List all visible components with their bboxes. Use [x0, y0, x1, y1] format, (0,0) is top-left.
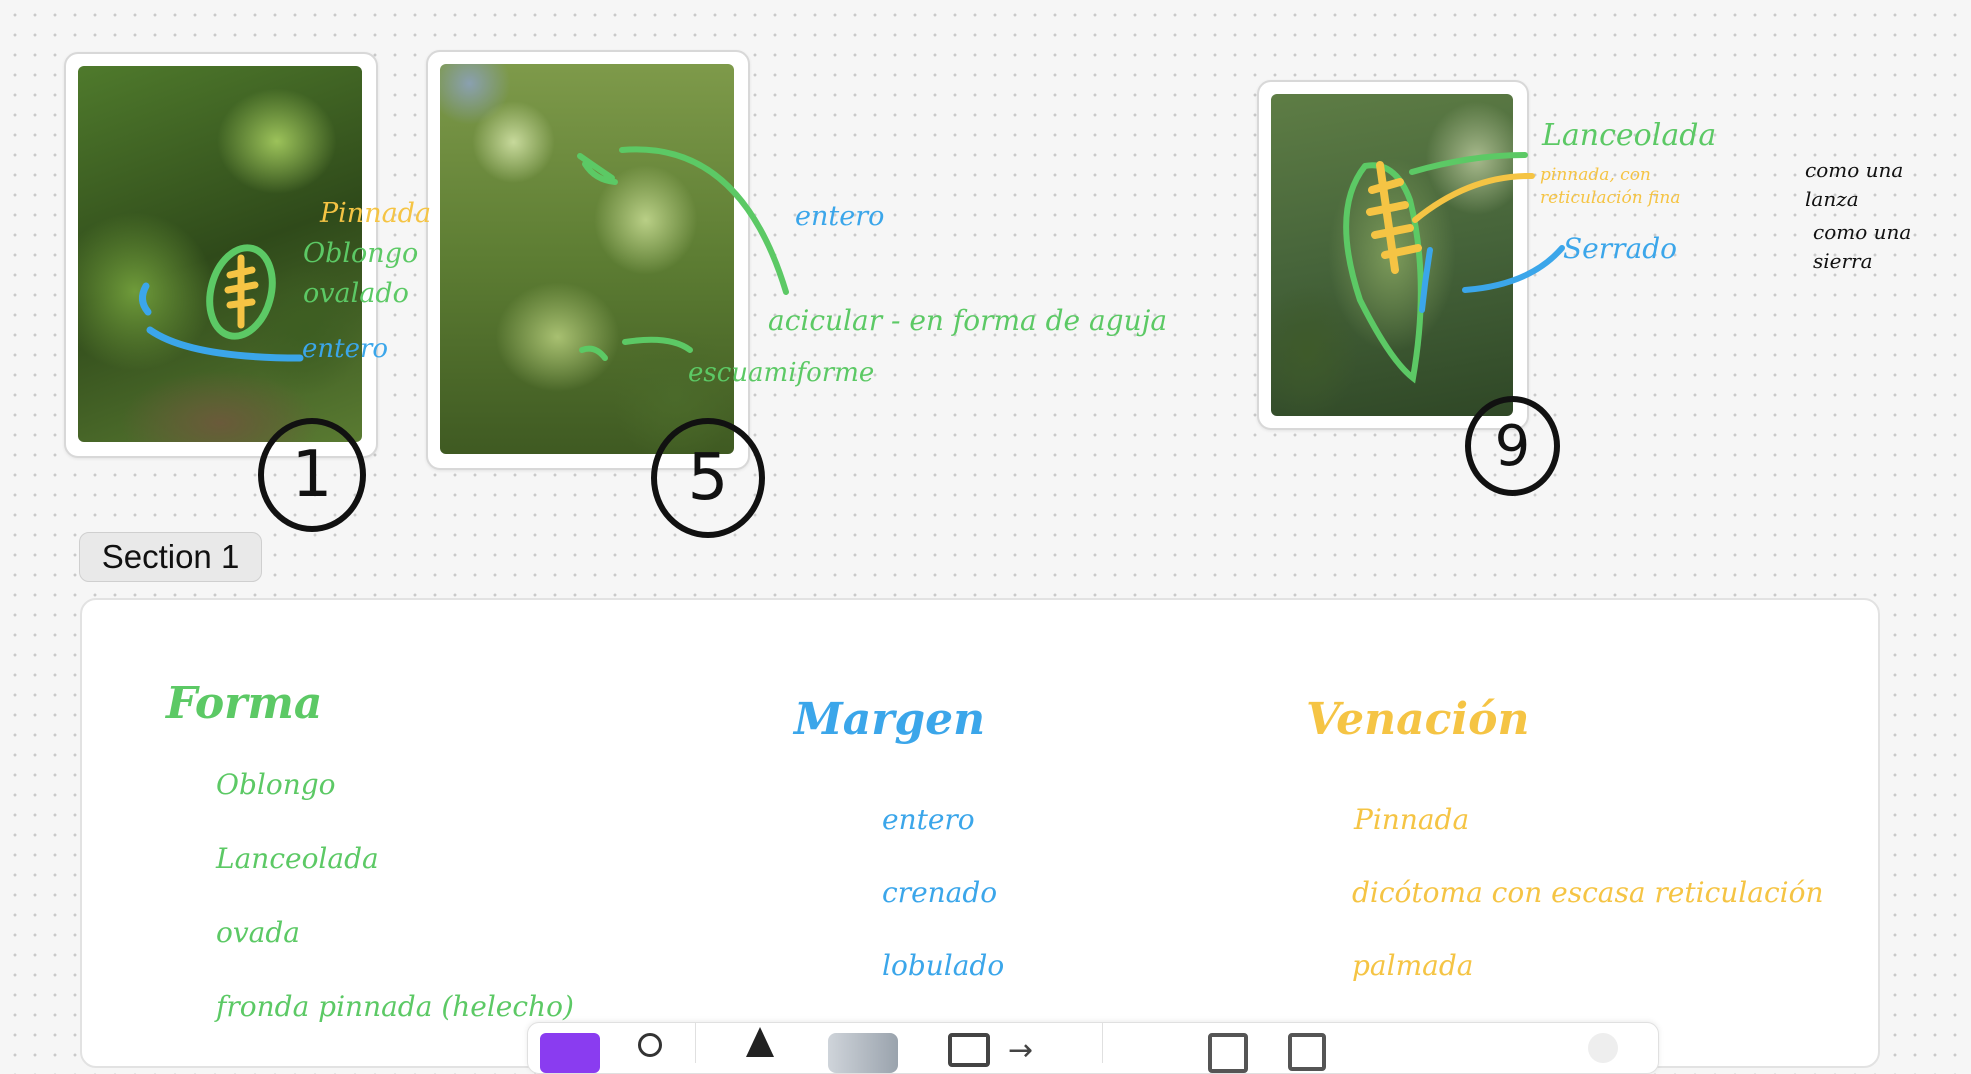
eraser-icon[interactable]: [828, 1033, 898, 1073]
card-5-margin-label: entero: [795, 201, 885, 232]
card-number-9-label: 9: [1494, 413, 1531, 479]
forma-item: Oblongo: [216, 768, 336, 801]
section-frame[interactable]: Forma Oblongo Lanceolada ovada fronda pi…: [80, 598, 1880, 1068]
column-heading-forma: Forma: [166, 678, 323, 729]
leaf-photo-5: [440, 64, 734, 454]
card-number-5-label: 5: [687, 441, 729, 515]
forma-item: fronda pinnada (helecho): [216, 990, 574, 1023]
shape-icon[interactable]: [948, 1033, 990, 1067]
margen-item: lobulado: [882, 949, 1005, 982]
margen-item: entero: [882, 803, 975, 836]
venacion-item: dicótoma con escasa reticulación: [1352, 876, 1824, 909]
card-1-venation-label: Pinnada: [320, 198, 432, 229]
sticky-note-icon[interactable]: [1208, 1033, 1248, 1073]
photo-card-5[interactable]: [426, 50, 750, 470]
forma-item: Lanceolada: [216, 842, 379, 875]
card-1-shape-label-2: ovalado: [303, 278, 409, 309]
drawing-toolbar: →: [527, 1022, 1659, 1074]
card-1-shape-label-1: Oblongo: [303, 238, 419, 269]
column-heading-margen: Margen: [794, 694, 986, 745]
arrow-icon[interactable]: →: [1008, 1033, 1033, 1068]
card-number-5: 5: [651, 418, 765, 538]
venacion-item: palmada: [1352, 949, 1474, 982]
lasso-icon[interactable]: [638, 1033, 662, 1057]
card-9-shape-label: Lanceolada: [1542, 118, 1717, 153]
toolbar-divider: [1102, 1023, 1103, 1063]
text-icon[interactable]: [1288, 1033, 1326, 1071]
venacion-item: Pinnada: [1354, 803, 1470, 836]
leaf-photo-9: [1271, 94, 1513, 416]
note-lanza: como una lanza: [1805, 158, 1904, 211]
card-1-margin-label: entero: [302, 334, 389, 364]
card-9-venation-label: pinnada, con reticulación fina: [1540, 165, 1681, 208]
card-5-shape-label-2: escuamiforme: [688, 358, 875, 388]
card-9-margin-label: Serrado: [1563, 232, 1677, 265]
photo-card-9[interactable]: [1257, 80, 1529, 430]
card-number-9: 9: [1465, 396, 1560, 496]
pen-icon[interactable]: [746, 1027, 774, 1057]
section-label[interactable]: Section 1: [79, 532, 262, 582]
note-sierra: como una sierra: [1813, 220, 1912, 273]
column-heading-venacion: Venación: [1306, 694, 1530, 745]
forma-item: ovada: [216, 916, 300, 949]
card-number-1-label: 1: [291, 438, 333, 512]
color-swatch-icon[interactable]: [540, 1033, 600, 1073]
card-number-1: 1: [258, 418, 366, 532]
toolbar-divider: [695, 1023, 696, 1063]
margen-item: crenado: [882, 876, 998, 909]
more-icon[interactable]: [1588, 1033, 1618, 1063]
card-5-shape-label-1: acicular - en forma de aguja: [768, 304, 1168, 337]
